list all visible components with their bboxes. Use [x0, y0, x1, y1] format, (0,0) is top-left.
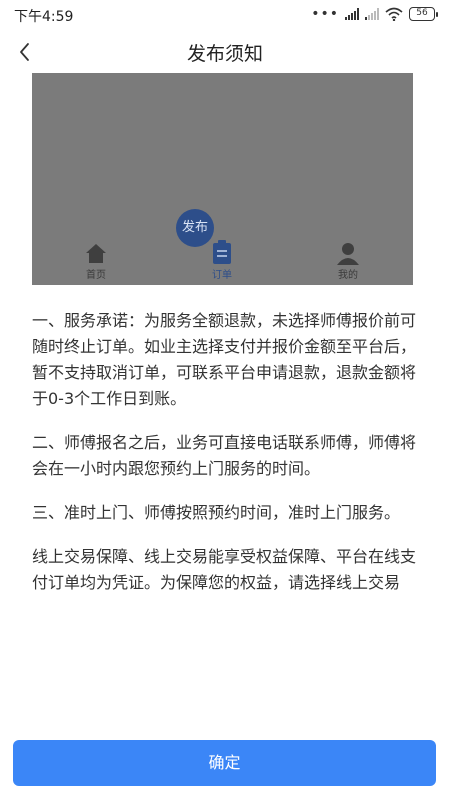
preview-tab-label: 首页: [86, 270, 106, 281]
clipboard-icon: [213, 240, 231, 264]
notice-paragraph-3: 三、准时上门、师傅按照预约时间，准时上门服务。: [32, 503, 401, 522]
more-dots-icon: •••: [311, 6, 339, 22]
preview-tab-home: 首页: [66, 241, 126, 281]
battery-icon: 56: [409, 7, 438, 21]
status-icons: ••• 56: [311, 7, 438, 21]
signal-strong-icon: [345, 8, 359, 20]
battery-level: 56: [409, 7, 435, 21]
wifi-icon: [385, 7, 403, 21]
user-icon: [337, 243, 359, 265]
signal-weak-icon: [365, 8, 379, 20]
notice-paragraph-1: 一、服务承诺：为服务全额退款，未选择师傅报价前可随时终止订单。如业主选择支付并报…: [32, 311, 417, 408]
page-title: 发布须知: [186, 43, 263, 65]
publish-guide-preview-image: 发布 首页 订单 我的: [32, 73, 413, 285]
notice-paragraph-2: 二、师傅报名之后，业务可直接电话联系师傅，师傅将会在一小时内跟您预约上门服务的时…: [32, 433, 417, 478]
preview-tab-mine: 我的: [318, 241, 378, 281]
nav-bar: 发布须知: [0, 30, 450, 74]
status-time: 下午4:59: [14, 9, 74, 25]
notice-paragraph-4: 线上交易保障、线上交易能享受权益保障、平台在线支付订单均为凭证。为保障您的权益，…: [32, 547, 417, 592]
home-icon: [86, 244, 106, 263]
preview-tab-order: 订单: [192, 239, 252, 281]
confirm-button[interactable]: 确定: [13, 740, 436, 786]
preview-tab-label: 我的: [338, 270, 358, 281]
preview-tab-label: 订单: [212, 270, 232, 281]
notice-content: 一、服务承诺：为服务全额退款，未选择师傅报价前可随时终止订单。如业主选择支付并报…: [32, 308, 424, 614]
status-bar: 下午4:59 ••• 56: [0, 0, 450, 30]
